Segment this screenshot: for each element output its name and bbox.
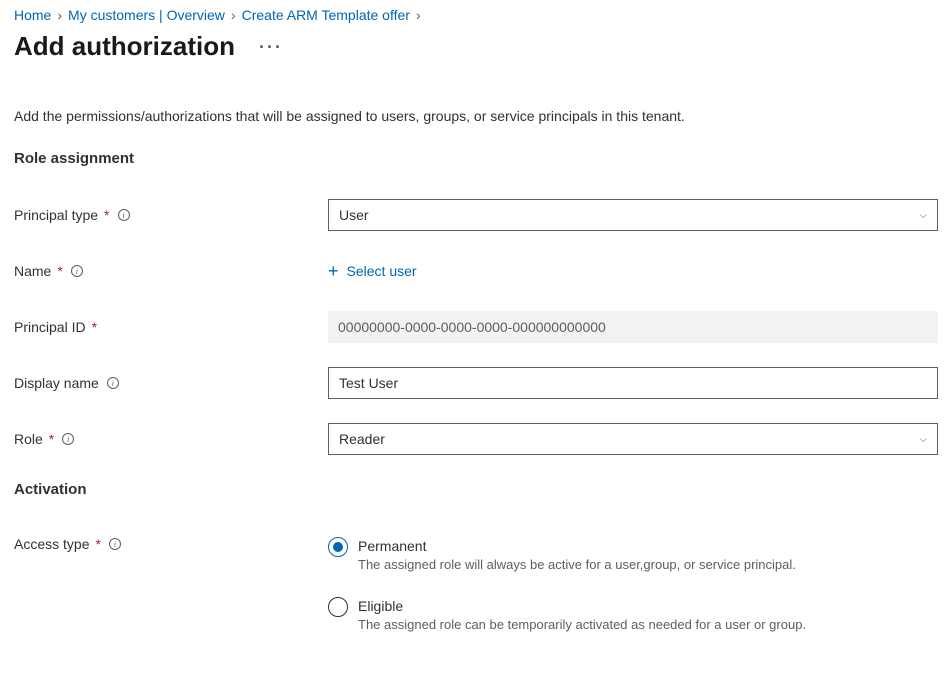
chevron-right-icon: ›	[231, 7, 236, 23]
page-intro: Add the permissions/authorizations that …	[14, 108, 938, 124]
chevron-right-icon: ›	[57, 7, 62, 23]
section-activation: Activation	[14, 481, 938, 498]
row-name: Name * i + Select user	[14, 251, 938, 291]
info-icon[interactable]: i	[107, 377, 119, 389]
row-display-name: Display name i	[14, 363, 938, 403]
principal-id-field: 00000000-0000-0000-0000-000000000000	[328, 311, 938, 343]
display-name-input[interactable]	[328, 367, 938, 399]
access-type-permanent-option[interactable]: Permanent The assigned role will always …	[328, 536, 938, 574]
chevron-down-icon: ⌵	[919, 210, 927, 221]
info-icon[interactable]: i	[118, 209, 130, 221]
radio-permanent-title: Permanent	[358, 536, 796, 556]
radio-eligible-title: Eligible	[358, 596, 806, 616]
radio-permanent-desc: The assigned role will always be active …	[358, 556, 796, 574]
section-role-assignment: Role assignment	[14, 150, 938, 167]
label-principal-type: Principal type	[14, 207, 98, 223]
info-icon[interactable]: i	[62, 433, 74, 445]
access-type-eligible-option[interactable]: Eligible The assigned role can be tempor…	[328, 596, 938, 634]
required-indicator: *	[57, 263, 62, 279]
chevron-down-icon: ⌵	[919, 434, 927, 445]
role-value: Reader	[339, 431, 385, 447]
principal-type-select[interactable]: User ⌵	[328, 199, 938, 231]
row-principal-type: Principal type * i User ⌵	[14, 195, 938, 235]
select-user-button[interactable]: + Select user	[328, 262, 417, 280]
label-name: Name	[14, 263, 51, 279]
breadcrumb-create-offer[interactable]: Create ARM Template offer	[242, 7, 410, 23]
row-principal-id: Principal ID * 00000000-0000-0000-0000-0…	[14, 307, 938, 347]
info-icon[interactable]: i	[71, 265, 83, 277]
required-indicator: *	[92, 319, 97, 335]
role-select[interactable]: Reader ⌵	[328, 423, 938, 455]
label-role: Role	[14, 431, 43, 447]
row-access-type: Access type * i Permanent The assigned r…	[14, 526, 938, 656]
radio-eligible-desc: The assigned role can be temporarily act…	[358, 616, 806, 634]
required-indicator: *	[49, 431, 54, 447]
breadcrumb-home[interactable]: Home	[14, 7, 51, 23]
row-role: Role * i Reader ⌵	[14, 419, 938, 459]
principal-type-value: User	[339, 207, 369, 223]
select-user-label: Select user	[347, 263, 417, 279]
more-actions-button[interactable]: ···	[259, 38, 283, 56]
label-display-name: Display name	[14, 375, 99, 391]
principal-id-placeholder: 00000000-0000-0000-0000-000000000000	[338, 319, 606, 335]
breadcrumb-customers[interactable]: My customers | Overview	[68, 7, 225, 23]
required-indicator: *	[104, 207, 109, 223]
breadcrumb: Home › My customers | Overview › Create …	[14, 0, 938, 25]
info-icon[interactable]: i	[109, 538, 121, 550]
page-title-text: Add authorization	[14, 31, 235, 62]
label-access-type: Access type	[14, 536, 89, 552]
radio-eligible[interactable]	[328, 597, 348, 617]
required-indicator: *	[95, 536, 100, 552]
label-principal-id: Principal ID	[14, 319, 86, 335]
page-title: Add authorization ···	[14, 31, 938, 62]
chevron-right-icon: ›	[416, 7, 421, 23]
plus-icon: +	[328, 262, 339, 280]
radio-permanent[interactable]	[328, 537, 348, 557]
